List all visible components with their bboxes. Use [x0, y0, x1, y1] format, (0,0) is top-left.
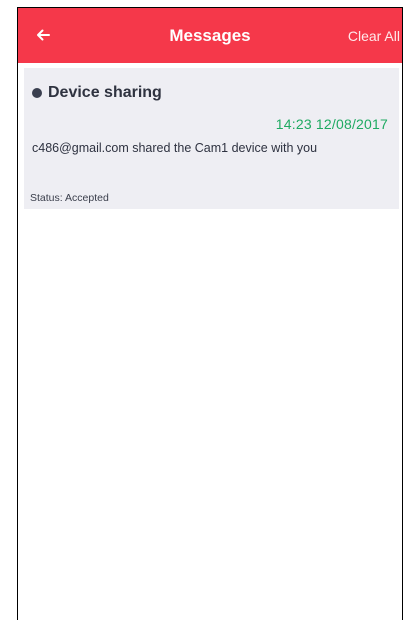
message-status: Status: Accepted	[30, 192, 109, 204]
message-card[interactable]: Device sharing 14:23 12/08/2017 c486@gma…	[24, 68, 399, 209]
unread-dot-icon	[32, 88, 42, 98]
app-screen: Messages Clear All Device sharing 14:23 …	[17, 7, 403, 620]
clear-all-button[interactable]: Clear All	[348, 27, 400, 45]
message-timestamp: 14:23 12/08/2017	[275, 116, 388, 132]
app-header: Messages Clear All	[18, 8, 402, 63]
message-body: c486@gmail.com shared the Cam1 device wi…	[32, 141, 318, 155]
page-title: Messages	[169, 26, 251, 45]
message-title: Device sharing	[48, 84, 162, 101]
message-title-row: Device sharing	[32, 84, 162, 102]
